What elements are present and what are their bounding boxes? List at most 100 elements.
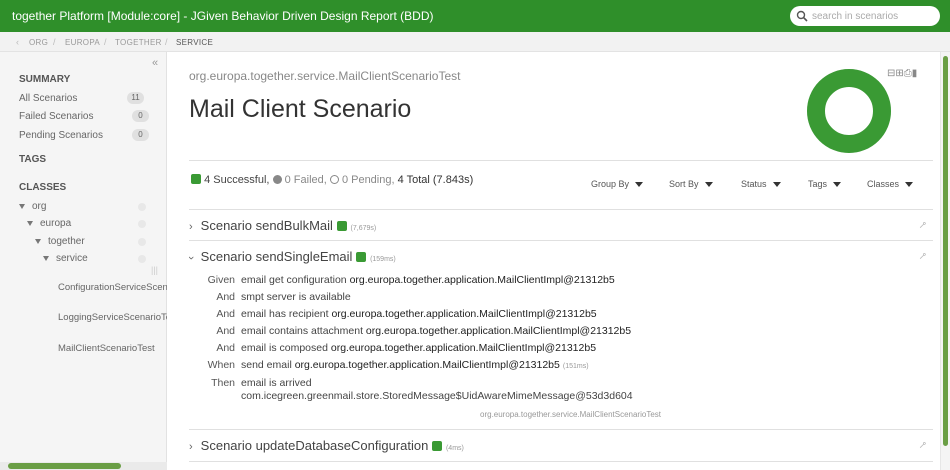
step-keyword: Given <box>207 274 235 286</box>
caret-down-icon <box>35 238 41 244</box>
link-icon[interactable]: ⊸ <box>916 439 930 453</box>
tags-heading: TAGS <box>19 154 47 165</box>
tree-node-together[interactable]: together <box>35 236 85 247</box>
tree-status-dot <box>138 255 146 263</box>
scrollbar-thumb[interactable] <box>943 56 948 446</box>
top-bar: together Platform [Module:core] - JGiven… <box>0 0 950 32</box>
breadcrumb-org[interactable]: ORG <box>29 38 48 47</box>
step-keyword: And <box>216 325 235 337</box>
tree-node-org[interactable]: org <box>19 201 46 212</box>
step-description: smpt server is available <box>241 291 351 303</box>
sidebar-item-pending-scenarios[interactable]: Pending Scenarios <box>19 130 103 141</box>
caret-down-icon <box>772 182 781 188</box>
chevron-right-icon: › <box>189 441 193 453</box>
breadcrumb-separator: / <box>53 37 56 47</box>
search-box[interactable] <box>790 6 940 26</box>
failed-icon <box>272 175 282 184</box>
scenario-header[interactable]: › Scenario sendBulkMail (7,679s) <box>189 218 376 233</box>
caret-down-icon <box>833 182 842 188</box>
group-by-dropdown[interactable]: Group By <box>591 179 644 189</box>
step-argument: org.europa.together.application.MailClie… <box>294 359 560 371</box>
breadcrumb-together[interactable]: TOGETHER <box>115 38 162 47</box>
tree-status-dot <box>138 203 146 211</box>
breadcrumb: ‹ ORG / EUROPA / TOGETHER / SERVICE <box>0 32 950 52</box>
print-icon[interactable]: ⎙ <box>904 68 912 79</box>
step-text: email get configuration org.europa.toget… <box>241 274 615 286</box>
breadcrumb-separator: / <box>165 37 168 47</box>
sidebar-item-all-scenarios[interactable]: All Scenarios <box>19 93 77 104</box>
tree-node-service[interactable]: service <box>43 253 88 264</box>
tree-node-europa[interactable]: europa <box>27 218 71 229</box>
main-content: org.europa.together.service.MailClientSc… <box>167 52 940 470</box>
scenario-header[interactable]: › Scenario sendSingleEmail (159ms) <box>185 249 396 264</box>
expand-all-icon[interactable]: ⊞ <box>895 68 903 79</box>
step-keyword: And <box>216 308 235 320</box>
scenario-title: Scenario sendBulkMail <box>200 218 333 233</box>
check-icon <box>336 221 347 231</box>
tree-label: together <box>48 236 85 247</box>
scenario-header[interactable]: › Scenario updateDatabaseConfiguration (4… <box>189 438 464 453</box>
count-badge: 0 <box>132 129 149 141</box>
scrollbar-thumb[interactable] <box>8 463 121 469</box>
step-keyword: When <box>207 359 235 371</box>
link-icon[interactable]: ⊸ <box>916 250 930 264</box>
successful-count[interactable]: 4 Successful, <box>204 174 269 186</box>
class-item[interactable]: LoggingServiceScenarioTest <box>58 312 167 323</box>
vertical-scrollbar[interactable] <box>940 52 950 470</box>
caret-down-icon <box>43 255 49 261</box>
resize-grip-icon[interactable]: ||| <box>151 265 158 275</box>
count-badge: 0 <box>132 110 149 122</box>
sort-by-dropdown[interactable]: Sort By <box>669 179 713 189</box>
caret-down-icon <box>704 182 713 188</box>
chevron-down-icon: › <box>184 256 197 260</box>
class-item[interactable]: ConfigurationServiceScenarioTest <box>58 282 167 293</box>
collapse-icon[interactable]: « <box>152 57 158 69</box>
pending-icon <box>329 175 339 184</box>
pending-count[interactable]: 0 Pending, <box>342 174 395 186</box>
breadcrumb-europa[interactable]: EUROPA <box>65 38 100 47</box>
link-icon[interactable]: ⊸ <box>916 219 930 233</box>
scenario-duration: (7,679s) <box>350 225 377 232</box>
chevron-right-icon: › <box>189 221 193 233</box>
step-description: email get configuration <box>241 274 347 286</box>
failed-count[interactable]: 0 Failed, <box>285 174 327 186</box>
check-icon <box>431 441 442 451</box>
step-description: email has recipient <box>241 308 329 320</box>
search-icon <box>796 10 808 22</box>
bookmark-icon[interactable]: ▮ <box>912 68 918 79</box>
class-name: org.europa.together.service.MailClientSc… <box>189 69 461 83</box>
breadcrumb-service[interactable]: SERVICE <box>176 38 213 47</box>
dropdown-label: Status <box>741 179 767 189</box>
status-dropdown[interactable]: Status <box>741 179 781 189</box>
breadcrumb-separator: ‹ <box>16 37 19 47</box>
app-title: together Platform [Module:core] - JGiven… <box>12 9 434 23</box>
classes-heading: CLASSES <box>19 182 67 193</box>
scenario-duration: (4ms) <box>445 445 464 452</box>
classes-dropdown[interactable]: Classes <box>867 179 914 189</box>
dropdown-label: Sort By <box>669 179 699 189</box>
step-keyword: And <box>216 291 235 303</box>
sidebar-item-failed-scenarios[interactable]: Failed Scenarios <box>19 111 93 122</box>
check-icon <box>191 174 201 184</box>
step-text: email is arrived <box>241 377 312 389</box>
breadcrumb-separator: / <box>104 37 107 47</box>
count-badge: 11 <box>127 92 144 104</box>
sidebar: « SUMMARY All Scenarios 11 Failed Scenar… <box>0 52 167 470</box>
step-text: email has recipient org.europa.together.… <box>241 308 597 320</box>
horizontal-scrollbar[interactable] <box>0 462 167 470</box>
status-summary: 4 Successful, 0 Failed, 0 Pending, 4 Tot… <box>191 174 473 186</box>
step-keyword: And <box>216 342 235 354</box>
divider <box>189 160 933 161</box>
step-description: email is composed <box>241 342 328 354</box>
divider <box>189 209 933 210</box>
scenario-duration: (159ms) <box>370 256 396 263</box>
tree-label: org <box>32 201 47 212</box>
search-input[interactable] <box>812 9 934 23</box>
divider <box>189 429 933 430</box>
step-argument: org.europa.together.application.MailClie… <box>349 274 615 286</box>
summary-heading: SUMMARY <box>19 74 71 85</box>
tags-dropdown[interactable]: Tags <box>808 179 842 189</box>
class-item[interactable]: MailClientScenarioTest <box>58 343 167 354</box>
step-keyword: Then <box>211 377 235 389</box>
tree-status-dot <box>138 238 146 246</box>
